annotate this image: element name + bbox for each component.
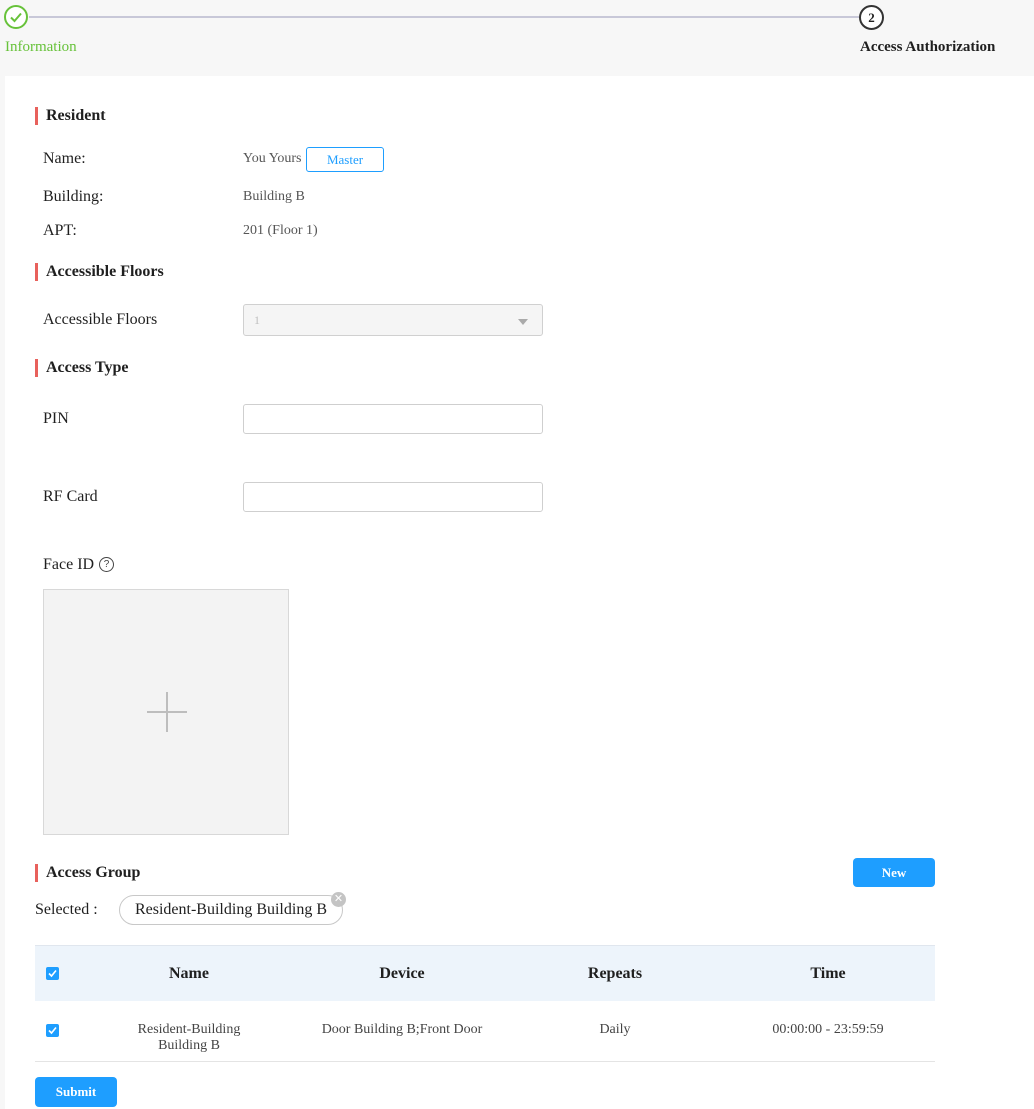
- face-id-label: Face ID: [43, 556, 95, 573]
- section-title-resident: Resident: [35, 107, 106, 125]
- step-1-label[interactable]: Information: [5, 39, 77, 56]
- step-connector: [29, 16, 859, 18]
- section-title-accessible-floors: Accessible Floors: [35, 263, 164, 281]
- help-icon[interactable]: ?: [99, 557, 114, 572]
- row-name: Resident-Building Building B: [137, 1022, 241, 1053]
- pin-label: PIN: [43, 410, 69, 427]
- submit-button[interactable]: Submit: [35, 1077, 117, 1107]
- chevron-down-icon: [518, 319, 528, 325]
- table-header: Name Device Repeats Time: [35, 945, 935, 1002]
- selected-label: Selected :: [35, 901, 98, 918]
- step-2-number: 2: [859, 5, 884, 30]
- select-all-checkbox[interactable]: [46, 967, 59, 980]
- apt-label: APT:: [43, 222, 77, 239]
- new-button[interactable]: New: [853, 858, 935, 887]
- column-header-name: Name: [169, 965, 209, 982]
- name-label: Name:: [43, 150, 86, 167]
- row-device: Door Building B;Front Door: [321, 1022, 483, 1037]
- accessible-floors-select[interactable]: 1: [243, 304, 543, 336]
- row-checkbox[interactable]: [46, 1024, 59, 1037]
- column-header-time: Time: [810, 965, 846, 982]
- step-1-check-icon: [4, 5, 28, 29]
- accessible-floors-label: Accessible Floors: [43, 311, 158, 328]
- row-time: 00:00:00 - 23:59:59: [772, 1022, 884, 1037]
- name-value: You Yours: [243, 151, 302, 166]
- plus-icon-vertical: [166, 692, 168, 732]
- row-repeats: Daily: [599, 1022, 631, 1037]
- apt-value: 201 (Floor 1): [243, 223, 318, 238]
- section-title-access-group: Access Group: [35, 864, 140, 882]
- section-title-access-type: Access Type: [35, 359, 129, 377]
- table-row[interactable]: Resident-Building Building B Door Buildi…: [35, 1001, 935, 1062]
- face-id-upload[interactable]: [43, 589, 289, 835]
- close-icon[interactable]: ✕: [331, 892, 346, 907]
- building-value: Building B: [243, 189, 305, 204]
- rf-card-label: RF Card: [43, 488, 98, 505]
- step-2-label: Access Authorization: [860, 39, 996, 55]
- building-label: Building:: [43, 188, 104, 205]
- column-header-device: Device: [379, 965, 425, 982]
- master-role-tag: Master: [306, 147, 384, 172]
- selected-group-chip: Resident-Building Building B: [119, 895, 343, 925]
- stepper: 2 Information Access Authorization: [0, 0, 1034, 76]
- left-gutter: [0, 76, 5, 1109]
- rf-card-input[interactable]: [243, 482, 543, 512]
- accessible-floors-selected-value: 1: [254, 313, 260, 327]
- pin-input[interactable]: [243, 404, 543, 434]
- column-header-repeats: Repeats: [587, 965, 643, 982]
